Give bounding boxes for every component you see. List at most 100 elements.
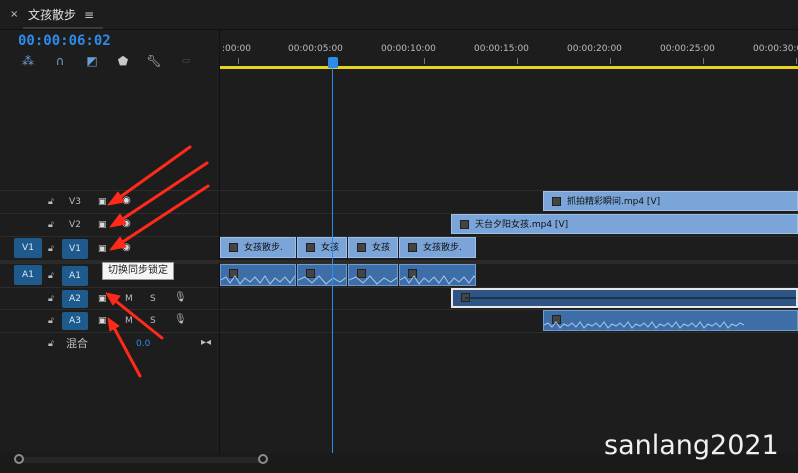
clip-label: 女孩 [372, 243, 391, 253]
audio-clip-a1[interactable] [220, 264, 296, 286]
ruler-tick [424, 58, 425, 64]
snap-magnet-icon[interactable]: ∩ [52, 54, 68, 68]
playhead-line[interactable] [332, 68, 333, 453]
clip-label: 天台夕阳女孩.mp4 [V] [475, 220, 569, 230]
sync-lock-icon[interactable]: ▣ [98, 316, 107, 326]
solo-button[interactable]: S [150, 316, 156, 326]
ruler-tick [703, 58, 704, 64]
ruler-tick [517, 58, 518, 64]
sync-lock-tooltip: 切换同步锁定 [102, 262, 174, 280]
ruler-label: 00:00:30:0 [753, 44, 798, 54]
wrench-icon[interactable]: 🔧︎ [146, 54, 162, 68]
audio-clip-a1[interactable] [399, 264, 476, 286]
sync-lock-icon[interactable]: ▣ [98, 294, 107, 304]
captions-icon[interactable]: ▭ [178, 54, 194, 68]
scroll-zoom-handle-right[interactable] [258, 454, 268, 464]
playhead-timecode[interactable]: 00:00:06:02 [18, 32, 111, 50]
add-marker-icon[interactable]: ⬟ [116, 54, 130, 68]
audio-level-line [465, 297, 796, 299]
mix-volume-value[interactable]: 0.0 [136, 339, 150, 349]
ruler-tick [238, 58, 239, 64]
ruler-label: 00:00:15:00 [474, 44, 529, 54]
audio-clip-a2[interactable] [451, 288, 798, 308]
waveform [298, 275, 346, 285]
sequence-tab-title[interactable]: 文孩散步 [28, 7, 76, 23]
fx-badge-icon [460, 220, 469, 229]
ruler-label: 00:00:05:00 [288, 44, 343, 54]
playhead-handle[interactable] [328, 57, 338, 68]
track-header-a3: 🔓︎ A3 ▣ M S 🎙︎ [0, 309, 219, 332]
waveform [400, 275, 475, 285]
clip-label: 女孩散步. [244, 243, 283, 253]
lock-icon[interactable]: 🔓︎ [48, 271, 56, 281]
mute-button[interactable]: M [125, 294, 133, 304]
fx-badge-icon [357, 243, 366, 252]
work-area-bar[interactable] [220, 66, 798, 69]
audio-clip-a1[interactable] [297, 264, 347, 286]
ruler-label: :00:00 [222, 44, 251, 54]
ruler-label: 00:00:10:00 [381, 44, 436, 54]
sync-lock-icon[interactable]: ▣ [98, 220, 107, 230]
track-name-a3[interactable]: A3 [62, 312, 88, 330]
video-clip-v1[interactable]: 女孩 [297, 237, 347, 258]
mute-button[interactable]: M [125, 316, 133, 326]
microphone-icon[interactable]: 🎙︎ [174, 315, 187, 325]
clip-label: 女孩散步. [423, 243, 462, 253]
tab-underline [23, 27, 103, 29]
scroll-zoom-handle-left[interactable] [14, 454, 24, 464]
waveform [544, 321, 744, 329]
eye-icon[interactable]: ◉ [122, 196, 131, 206]
clip-label: 女孩 [321, 243, 340, 253]
fx-badge-icon [229, 243, 238, 252]
clip-label: 抓拍精彩瞬间.mp4 [V] [567, 197, 661, 207]
audio-clip-a1[interactable] [348, 264, 398, 286]
lock-icon[interactable]: 🔓︎ [48, 316, 56, 326]
sync-lock-icon[interactable]: ▣ [98, 244, 107, 254]
solo-button[interactable]: S [150, 294, 156, 304]
linked-selection-icon[interactable]: ◩ [84, 54, 100, 68]
insert-overwrite-icon[interactable]: ⁂ [20, 54, 36, 68]
audio-clip-a3[interactable] [543, 310, 798, 331]
time-ruler[interactable]: :00:00 00:00:05:00 00:00:10:00 00:00:15:… [220, 30, 798, 70]
waveform [221, 275, 295, 285]
video-clip-v1[interactable]: 女孩散步. [220, 237, 296, 258]
lock-icon[interactable]: 🔓︎ [48, 339, 56, 349]
track-name-v2[interactable]: V2 [62, 216, 88, 234]
close-icon[interactable]: × [10, 9, 20, 21]
ruler-tick [796, 58, 797, 64]
lock-icon[interactable]: 🔓︎ [48, 294, 56, 304]
track-name-a1[interactable]: A1 [62, 266, 88, 286]
eye-icon[interactable]: ◉ [122, 243, 131, 253]
source-patch-v1[interactable]: V1 [14, 238, 42, 258]
track-name-a2[interactable]: A2 [62, 290, 88, 308]
video-clip-v2[interactable]: 天台夕阳女孩.mp4 [V] [451, 214, 798, 234]
lock-icon[interactable]: 🔓︎ [48, 220, 56, 230]
track-name-v1[interactable]: V1 [62, 239, 88, 259]
fx-badge-icon [552, 197, 561, 206]
track-header-v3: 🔓︎ V3 ▣ ◉ [0, 190, 219, 213]
panel-tab-bar [0, 0, 798, 30]
eye-icon[interactable]: ◉ [122, 219, 131, 229]
ruler-label: 00:00:25:00 [660, 44, 715, 54]
track-name-v3[interactable]: V3 [62, 193, 88, 211]
watermark-text: sanlang2021 [604, 430, 779, 461]
track-area-mix[interactable] [220, 332, 798, 354]
fx-badge-icon [408, 243, 417, 252]
go-to-end-icon[interactable]: ▸◂ [201, 337, 211, 349]
sync-lock-icon[interactable]: ▣ [98, 197, 107, 207]
video-clip-v1[interactable]: 女孩 [348, 237, 398, 258]
track-header-a2: 🔓︎ A2 ▣ M S 🎙︎ [0, 287, 219, 309]
panel-menu-icon[interactable]: ≡ [84, 7, 94, 23]
video-clip-v3[interactable]: 抓拍精彩瞬间.mp4 [V] [543, 191, 798, 211]
ruler-tick [610, 58, 611, 64]
lock-icon[interactable]: 🔓︎ [48, 197, 56, 207]
ruler-label: 00:00:20:00 [567, 44, 622, 54]
track-header-v2: 🔓︎ V2 ▣ ◉ [0, 213, 219, 236]
video-clip-v1[interactable]: 女孩散步. [399, 237, 476, 258]
track-header-mix: 🔓︎ [0, 332, 219, 354]
source-patch-a1[interactable]: A1 [14, 265, 42, 285]
lock-icon[interactable]: 🔓︎ [48, 244, 56, 254]
waveform [349, 275, 397, 285]
scrollbar-thumb[interactable] [14, 457, 266, 463]
microphone-icon[interactable]: 🎙︎ [174, 293, 187, 303]
